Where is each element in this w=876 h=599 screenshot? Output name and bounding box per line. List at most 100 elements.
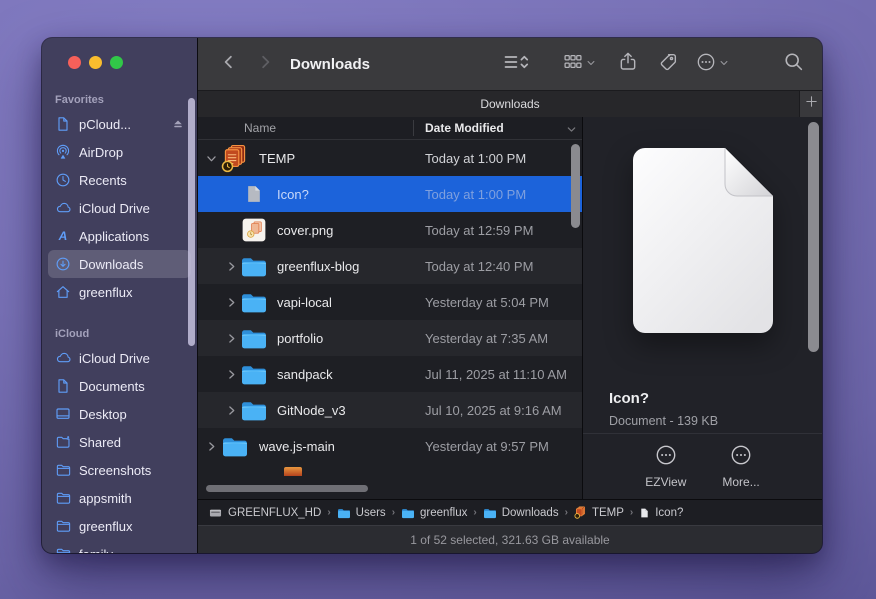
ezview-button[interactable]: EZView [645,444,686,489]
file-row-portfolio[interactable]: portfolioYesterday at 7:35 AM [198,320,582,356]
share-button[interactable] [618,51,638,77]
sidebar-sections: FavoritespCloud...AirDropRecentsiCloud D… [42,88,197,553]
sort-direction-icon [566,122,577,140]
path-item-greenflux[interactable]: greenflux [401,507,467,519]
circle-ellipsis-icon [730,444,752,469]
file-date-modified: Yesterday at 9:57 PM [425,439,549,454]
file-row-wave-js-main[interactable]: wave.js-main Yesterday at 9:57 PM [198,428,582,464]
path-item-temp[interactable]: TEMP [574,506,624,519]
file-date-modified: Yesterday at 7:35 AM [425,331,548,346]
path-item-label: Downloads [502,507,559,519]
sidebar-item-desktop[interactable]: Desktop [48,400,191,428]
home-icon [54,284,72,300]
content: Name Date Modified TEMPToday at 1:00 PMI… [198,117,822,499]
back-button[interactable] [218,51,240,78]
file-name: cover.png [277,223,333,238]
finder-window: FavoritespCloud...AirDropRecentsiCloud D… [42,38,822,553]
sidebar-item-recents[interactable]: Recents [48,166,191,194]
more-circle-icon [696,52,716,77]
disclosure-chevron-icon[interactable] [224,333,238,344]
column-date-modified[interactable]: Date Modified [425,121,504,135]
folder-blue-icon [220,434,250,458]
preview-scrollbar[interactable] [808,122,819,352]
disclosure-chevron-icon[interactable] [204,153,218,164]
file-name: sandpack [277,367,333,382]
sidebar-item-screenshots[interactable]: Screenshots [48,456,191,484]
sidebar-item-label: Documents [79,379,185,394]
path-separator: › [565,507,568,518]
more-circle-button[interactable] [696,52,729,77]
cloud-icon [54,200,72,216]
file-row-vapi-local[interactable]: vapi-localYesterday at 5:04 PM [198,284,582,320]
file-date-modified: Jul 11, 2025 at 11:10 AM [425,367,567,382]
sidebar-item-icloud-drive[interactable]: iCloud Drive [48,194,191,222]
window-title: Downloads [290,56,370,73]
minimize-button[interactable] [89,56,102,69]
zoom-button[interactable] [110,56,123,69]
more-button[interactable]: More... [722,444,759,489]
file-row-greenflux-blog[interactable]: greenflux-blogToday at 12:40 PM [198,248,582,284]
path-item-downloads[interactable]: Downloads [483,507,559,519]
sidebar-item-shared[interactable]: Shared [48,428,191,456]
path-item-greenflux-hd[interactable]: GREENFLUX_HD [208,506,321,520]
clock-icon [54,172,72,188]
sidebar-item-icloud-drive[interactable]: iCloud Drive [48,344,191,372]
list-view-button[interactable] [502,52,529,77]
column-divider[interactable] [413,120,414,136]
toolbar-actions [502,51,804,77]
sidebar-scrollbar[interactable] [188,98,195,346]
file-name: wave.js-main [259,439,335,454]
folder-small-icon [483,507,497,519]
forward-button[interactable] [254,51,276,78]
sidebar-item-label: pCloud... [79,117,164,132]
folder-outline-icon [54,546,72,553]
disclosure-chevron-icon[interactable] [224,261,238,272]
sidebar-item-applications[interactable]: A Applications [48,222,191,250]
tag-button[interactable] [658,52,678,77]
add-tab-button[interactable] [799,91,822,117]
close-button[interactable] [68,56,81,69]
list-vertical-scrollbar[interactable] [571,144,580,228]
chevron-right-icon [256,53,274,76]
column-name[interactable]: Name [198,121,276,135]
sidebar-item-documents[interactable]: Documents [48,372,191,400]
file-row-cover-png[interactable]: cover.pngToday at 12:59 PM [198,212,582,248]
sidebar-item-family[interactable]: family [48,540,191,553]
path-item-users[interactable]: Users [337,507,386,519]
horizontal-scroll-thumb[interactable] [206,485,368,492]
button-label: EZView [645,475,686,489]
disclosure-chevron-icon[interactable] [204,441,218,452]
sidebar-item-airdrop[interactable]: AirDrop [48,138,191,166]
file-name: TEMP [259,151,295,166]
disclosure-chevron-icon[interactable] [224,297,238,308]
file-row-sandpack[interactable]: sandpack Jul 11, 2025 at 11:10 AM [198,356,582,392]
tab-downloads[interactable]: Downloads [480,97,539,111]
sidebar-item-pcloud[interactable]: pCloud... [48,110,191,138]
sidebar-item-downloads[interactable]: Downloads [48,250,191,278]
disclosure-chevron-icon[interactable] [224,369,238,380]
file-row-gitnode-v3[interactable]: GitNode_v3Jul 10, 2025 at 9:16 AM [198,392,582,428]
list-horizontal-scrollbar [198,479,582,497]
preview-buttons: EZView More... [583,434,822,499]
chevron-left-icon [220,53,238,76]
file-gray-icon [240,183,268,205]
sidebar-item-label: appsmith [79,491,185,506]
eject-icon[interactable] [171,117,185,131]
cloud-icon [54,350,72,366]
sidebar-item-greenflux[interactable]: greenflux [48,278,191,306]
sidebar-item-appsmith[interactable]: appsmith [48,484,191,512]
document-preview-icon [633,148,773,338]
file-row-icon[interactable]: Icon?Today at 1:00 PM [198,176,582,212]
grid-group-button[interactable] [563,52,596,76]
path-item-icon[interactable]: Icon? [639,507,683,519]
sidebar-item-label: Downloads [79,257,185,272]
file-row-temp[interactable]: TEMPToday at 1:00 PM [198,140,582,176]
search-button[interactable] [783,51,804,77]
sidebar-item-greenflux[interactable]: greenflux [48,512,191,540]
sidebar-item-label: Applications [79,229,185,244]
applications-icon: A [54,228,72,244]
partial-file-row [198,464,582,476]
airdrop-icon [54,144,72,160]
share-icon [618,51,638,77]
disclosure-chevron-icon[interactable] [224,405,238,416]
